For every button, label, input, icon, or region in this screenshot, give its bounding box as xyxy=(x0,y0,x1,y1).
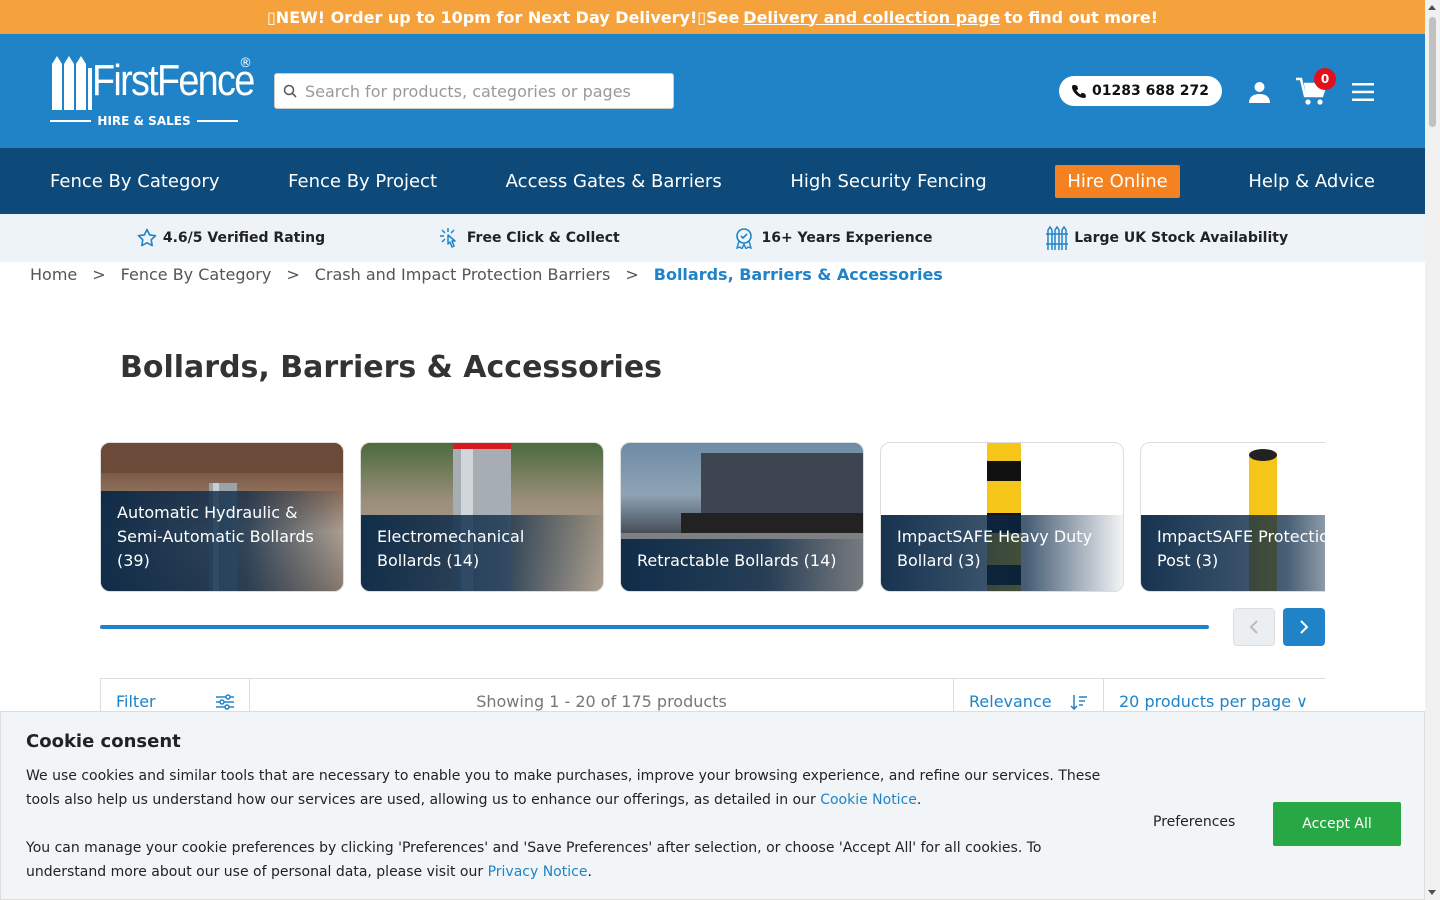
fence-logo-icon xyxy=(52,56,92,110)
usp-bar: 4.6/5 Verified Rating Free Click & Colle… xyxy=(0,214,1425,262)
breadcrumb-current: Bollards, Barriers & Accessories xyxy=(653,265,943,284)
main-navigation: Fence By Category Fence By Project Acces… xyxy=(0,148,1425,214)
category-card-automatic-hydraulic[interactable]: Automatic Hydraulic & Semi-Automatic Bol… xyxy=(100,442,344,592)
category-label: Electromechanical Bollards (14) xyxy=(361,515,603,591)
usp-click-collect: Free Click & Collect xyxy=(439,227,620,249)
usp-experience: 16+ Years Experience xyxy=(733,227,933,249)
carousel-prev-button[interactable] xyxy=(1233,608,1275,646)
breadcrumb-separator: > xyxy=(286,265,300,284)
breadcrumb-separator: > xyxy=(625,265,639,284)
category-carousel: Automatic Hydraulic & Semi-Automatic Bol… xyxy=(100,442,1325,592)
cookie-paragraph-1: We use cookies and similar tools that ar… xyxy=(26,768,1101,808)
page-scrollbar[interactable] xyxy=(1425,0,1440,900)
cookie-paragraph-2: You can manage your cookie preferences b… xyxy=(26,840,1042,880)
click-collect-icon xyxy=(439,228,456,248)
scroll-down-arrow[interactable] xyxy=(1428,890,1436,895)
phone-number: 01283 688 272 xyxy=(1092,83,1209,99)
breadcrumb-crash-impact[interactable]: Crash and Impact Protection Barriers xyxy=(315,265,611,284)
promo-text: ▯NEW! Order up to 10pm for Next Day Deli… xyxy=(267,7,740,27)
account-icon[interactable] xyxy=(1249,81,1270,103)
hamburger-menu-icon[interactable] xyxy=(1352,82,1374,102)
nav-help-advice[interactable]: Help & Advice xyxy=(1248,171,1375,192)
chevron-right-icon xyxy=(1300,620,1309,634)
category-label: ImpactSAFE Protection Post (3) xyxy=(1141,515,1325,591)
carousel-progress-bar[interactable] xyxy=(100,625,1209,629)
breadcrumb: Home > Fence By Category > Crash and Imp… xyxy=(30,265,943,284)
privacy-notice-link[interactable]: Privacy Notice xyxy=(488,864,588,880)
cookie-title: Cookie consent xyxy=(26,731,181,752)
nav-hire-online-button[interactable]: Hire Online xyxy=(1055,164,1180,198)
phone-button[interactable]: 01283 688 272 xyxy=(1059,76,1222,106)
breadcrumb-separator: > xyxy=(92,265,106,284)
chevron-left-icon xyxy=(1249,620,1258,634)
usp-stock: Large UK Stock Availability xyxy=(1046,226,1288,250)
phone-icon xyxy=(1072,84,1087,98)
logo-registered: ® xyxy=(239,56,252,71)
scroll-thumb[interactable] xyxy=(1429,17,1436,127)
page-title: Bollards, Barriers & Accessories xyxy=(120,350,663,385)
sliders-icon xyxy=(216,693,234,710)
category-label: ImpactSAFE Heavy Duty Bollard (3) xyxy=(881,515,1123,591)
breadcrumb-home[interactable]: Home xyxy=(30,265,77,284)
usp-rating: 4.6/5 Verified Rating xyxy=(137,228,325,248)
category-card-impactsafe-post[interactable]: ImpactSAFE Protection Post (3) xyxy=(1140,442,1325,592)
category-label: Automatic Hydraulic & Semi-Automatic Bol… xyxy=(101,491,343,591)
search-icon xyxy=(283,84,297,98)
category-card-electromechanical[interactable]: Electromechanical Bollards (14) xyxy=(360,442,604,592)
cookie-consent-banner: Cookie consent We use cookies and simila… xyxy=(0,711,1425,900)
cart-count-badge: 0 xyxy=(1314,68,1336,90)
star-icon xyxy=(137,228,157,247)
breadcrumb-fence-by-category[interactable]: Fence By Category xyxy=(121,265,272,284)
nav-fence-by-project[interactable]: Fence By Project xyxy=(288,171,437,192)
award-badge-icon xyxy=(736,228,753,249)
category-card-retractable[interactable]: Retractable Bollards (14) xyxy=(620,442,864,592)
sort-icon xyxy=(1070,694,1087,710)
promo-suffix: to find out more! xyxy=(1004,7,1158,27)
delivery-link[interactable]: Delivery and collection page xyxy=(743,8,1000,27)
nav-high-security-fencing[interactable]: High Security Fencing xyxy=(790,171,986,192)
nav-fence-by-category[interactable]: Fence By Category xyxy=(50,171,220,192)
search-box[interactable] xyxy=(274,73,674,109)
logo-subtitle: HIRE & SALES xyxy=(50,114,238,128)
search-input[interactable] xyxy=(305,81,665,101)
firstfence-logo[interactable]: FirstFence ® HIRE & SALES xyxy=(50,54,255,130)
promo-banner: ▯NEW! Order up to 10pm for Next Day Deli… xyxy=(0,0,1425,34)
category-label: Retractable Bollards (14) xyxy=(621,539,863,591)
site-header: FirstFence ® HIRE & SALES 01283 688 272 … xyxy=(0,34,1425,148)
scroll-up-arrow[interactable] xyxy=(1428,5,1436,10)
cookie-notice-link[interactable]: Cookie Notice xyxy=(820,792,917,808)
category-card-impactsafe-bollard[interactable]: ImpactSAFE Heavy Duty Bollard (3) xyxy=(880,442,1124,592)
carousel-next-button[interactable] xyxy=(1283,608,1325,646)
fence-panel-icon xyxy=(1046,226,1069,250)
preferences-button[interactable]: Preferences xyxy=(1153,814,1235,830)
accept-all-button[interactable]: Accept All xyxy=(1273,802,1401,846)
nav-access-gates-barriers[interactable]: Access Gates & Barriers xyxy=(506,171,722,192)
logo-brand: FirstFence xyxy=(92,56,255,105)
